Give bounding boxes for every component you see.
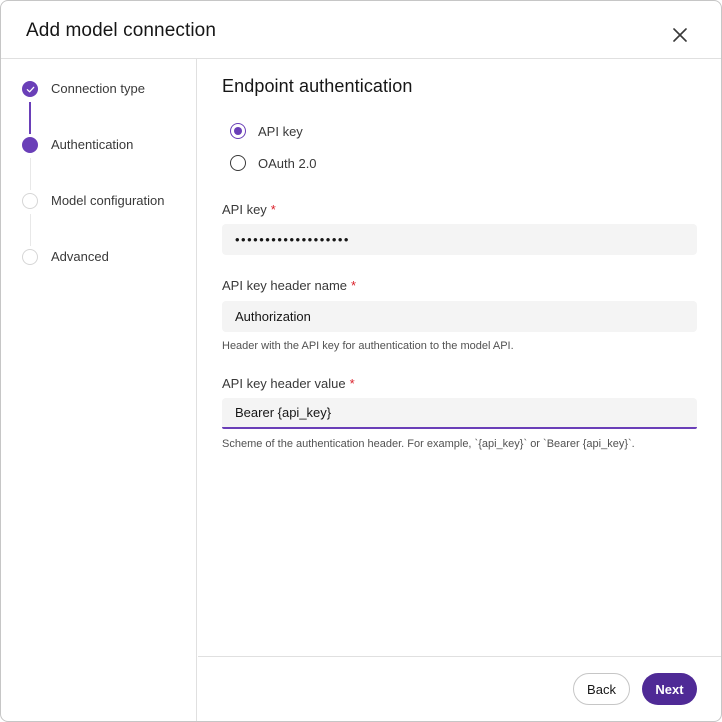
step-label: Model configuration <box>51 193 165 208</box>
radio-label: API key <box>258 123 303 139</box>
header-value-helper: Scheme of the authentication header. For… <box>222 438 635 450</box>
dialog-header: Add model connection <box>1 1 721 59</box>
step-connector <box>30 158 31 190</box>
header-name-input[interactable] <box>222 301 697 332</box>
field-label-text: API key <box>222 202 267 217</box>
dialog-title: Add model connection <box>26 20 217 41</box>
dialog-footer: Back Next <box>198 656 721 721</box>
required-marker: * <box>270 202 276 217</box>
field-label-text: API key header value <box>222 376 346 391</box>
radio-button[interactable] <box>230 123 246 139</box>
section-title: Endpoint authentication <box>222 76 413 96</box>
api-key-input[interactable] <box>222 224 697 255</box>
field-label-text: API key header name <box>222 278 348 293</box>
step-connection-type[interactable]: Connection type <box>22 79 192 99</box>
step-model-configuration[interactable]: Model configuration <box>22 191 192 211</box>
add-model-connection-dialog: Add model connection Connection type Aut… <box>0 0 722 722</box>
checkmark-icon <box>26 86 34 92</box>
stepper-sidebar: Connection type Authentication Model con… <box>1 59 197 721</box>
radio-label: OAuth 2.0 <box>258 155 317 171</box>
main-content: Endpoint authentication API key OAuth 2.… <box>198 59 721 656</box>
header-name-label: API key header name * <box>222 278 356 293</box>
step-label: Connection type <box>51 81 145 96</box>
step-complete-marker <box>22 81 38 97</box>
header-value-label: API key header value * <box>222 376 355 391</box>
step-label: Advanced <box>51 249 109 264</box>
api-key-label: API key * <box>222 202 276 217</box>
required-marker: * <box>349 376 355 391</box>
radio-oauth[interactable]: OAuth 2.0 <box>230 153 317 173</box>
radio-selected-dot <box>234 127 242 135</box>
step-upcoming-marker <box>22 249 38 265</box>
radio-api-key[interactable]: API key <box>230 121 303 141</box>
header-name-helper: Header with the API key for authenticati… <box>222 340 514 352</box>
header-value-input[interactable] <box>222 398 697 429</box>
back-button[interactable]: Back <box>573 673 630 705</box>
step-advanced[interactable]: Advanced <box>22 247 192 267</box>
step-upcoming-marker <box>22 193 38 209</box>
step-label: Authentication <box>51 137 134 152</box>
step-current-marker <box>22 137 38 153</box>
step-connector <box>30 214 31 246</box>
next-button[interactable]: Next <box>642 673 697 705</box>
close-button[interactable] <box>666 21 694 49</box>
required-marker: * <box>351 278 357 293</box>
step-authentication[interactable]: Authentication <box>22 135 192 155</box>
radio-button[interactable] <box>230 155 246 171</box>
close-icon <box>673 28 687 42</box>
step-connector <box>29 102 31 134</box>
